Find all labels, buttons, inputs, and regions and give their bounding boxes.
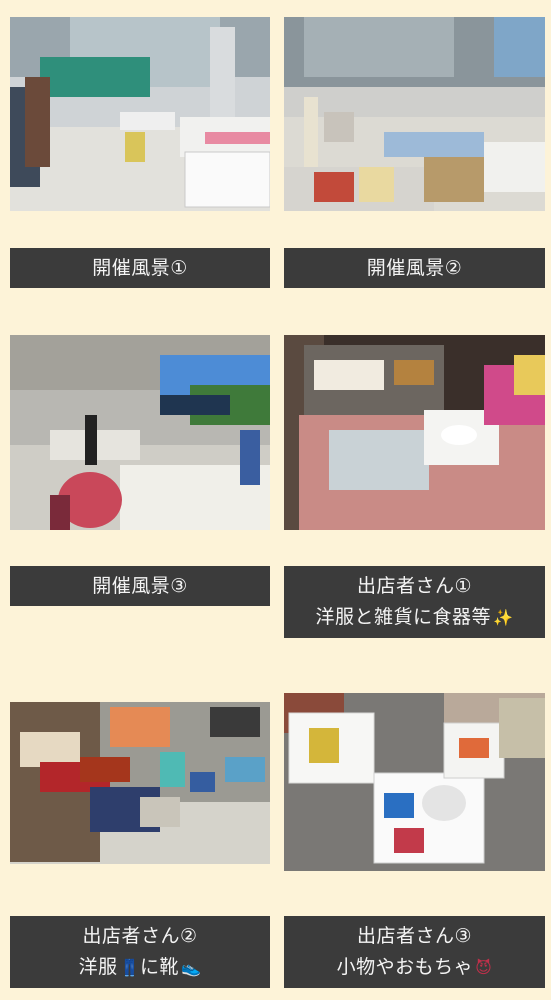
caption-subtitle-text-b: に靴 bbox=[140, 956, 180, 978]
caption-title: 出店者さん② bbox=[82, 925, 198, 947]
vendor-1-image bbox=[284, 335, 545, 530]
caption-event-scene-2: 開催風景② bbox=[284, 248, 545, 288]
caption-subtitle-text-a: 洋服 bbox=[78, 956, 118, 978]
photo-event-scene-2[interactable] bbox=[284, 17, 545, 211]
vendor-3-image bbox=[284, 693, 545, 871]
caption-subtitle-text: 洋服と雑貨に食器等 bbox=[315, 606, 492, 628]
caption-title: 出店者さん① bbox=[356, 575, 473, 597]
caption-subtitle: 洋服 👖に靴 👟 bbox=[79, 952, 202, 983]
caption-event-scene-1: 開催風景① bbox=[10, 248, 270, 288]
caption-title: 開催風景① bbox=[92, 256, 188, 279]
event-scene-2-image bbox=[284, 17, 545, 211]
event-scene-3-image bbox=[10, 335, 270, 530]
photo-vendor-3[interactable] bbox=[284, 693, 545, 871]
devil-face-icon: 😈 bbox=[475, 958, 493, 977]
photo-event-scene-1[interactable] bbox=[10, 17, 270, 211]
jeans-icon: 👖 bbox=[119, 958, 140, 977]
photo-vendor-1[interactable] bbox=[284, 335, 545, 530]
sparkles-icon: ✨ bbox=[493, 608, 514, 627]
event-scene-1-image bbox=[10, 17, 270, 211]
photo-vendor-2[interactable] bbox=[10, 702, 270, 864]
caption-event-scene-3: 開催風景③ bbox=[10, 566, 270, 606]
caption-vendor-2: 出店者さん② 洋服 👖に靴 👟 bbox=[10, 916, 270, 988]
caption-vendor-1: 出店者さん① 洋服と雑貨に食器等 ✨ bbox=[284, 566, 545, 638]
caption-subtitle-text: 小物やおもちゃ bbox=[336, 956, 474, 978]
photo-event-scene-3[interactable] bbox=[10, 335, 270, 530]
caption-title: 出店者さん③ bbox=[356, 925, 473, 947]
caption-title: 開催風景③ bbox=[92, 574, 188, 597]
caption-subtitle: 小物やおもちゃ 😈 bbox=[337, 952, 493, 983]
caption-title: 開催風景② bbox=[366, 256, 463, 279]
caption-subtitle: 洋服と雑貨に食器等 ✨ bbox=[316, 602, 514, 633]
caption-vendor-3: 出店者さん③ 小物やおもちゃ 😈 bbox=[284, 916, 545, 988]
vendor-2-image bbox=[10, 702, 270, 864]
sneaker-icon: 👟 bbox=[181, 958, 202, 977]
